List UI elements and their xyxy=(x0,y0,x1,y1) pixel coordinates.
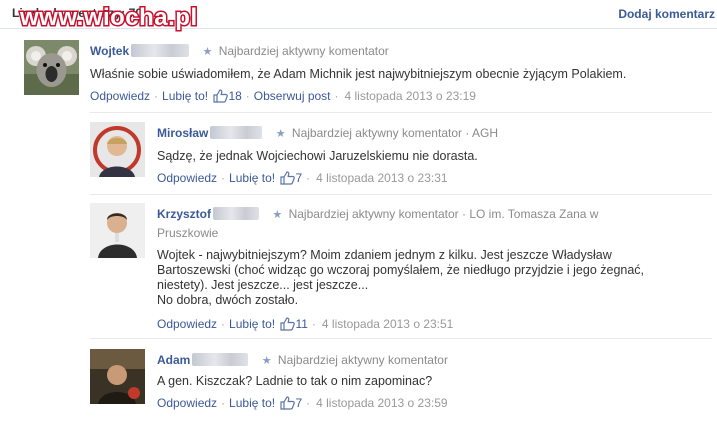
like-link[interactable]: Lubię to! xyxy=(229,171,275,185)
avatar[interactable] xyxy=(90,122,145,177)
comment-item: Krzysztof ★ Najbardziej aktywny komentat… xyxy=(90,203,714,333)
thumbs-up-icon xyxy=(280,171,296,185)
comment-author[interactable]: Wojtek xyxy=(90,44,129,58)
comment-author[interactable]: Mirosław xyxy=(157,126,208,140)
like-link[interactable]: Lubię to! xyxy=(162,89,208,103)
avatar[interactable] xyxy=(90,349,145,404)
person-avatar-image xyxy=(90,122,145,177)
watermark-text: www.wiocha.pl xyxy=(19,4,198,31)
thumbs-up-icon xyxy=(280,396,296,410)
star-icon: ★ xyxy=(261,355,272,367)
comment-timestamp[interactable]: 4 listopada 2013 o 23:31 xyxy=(316,171,447,185)
comment-timestamp[interactable]: 4 listopada 2013 o 23:59 xyxy=(316,396,447,410)
koala-avatar-image xyxy=(24,40,79,95)
thumbs-up-icon xyxy=(280,317,296,331)
add-comment-link[interactable]: Dodaj komentarz xyxy=(618,7,715,21)
avatar[interactable] xyxy=(24,40,79,95)
thumbs-up-icon xyxy=(213,89,229,103)
person-avatar-image xyxy=(90,349,145,404)
comment-timestamp[interactable]: 4 listopada 2013 o 23:51 xyxy=(322,317,453,331)
commenter-badge: Najbardziej aktywny komentator · AGH xyxy=(291,126,499,140)
commenter-badge: Najbardziej aktywny komentator xyxy=(218,44,389,58)
like-count[interactable]: 7 xyxy=(295,171,302,185)
like-count[interactable]: 7 xyxy=(295,396,302,410)
avatar[interactable] xyxy=(90,203,145,258)
star-icon: ★ xyxy=(275,128,286,140)
star-icon: ★ xyxy=(272,209,283,221)
person-avatar-image xyxy=(90,203,145,258)
like-count[interactable]: 18 xyxy=(228,89,241,103)
reply-link[interactable]: Odpowiedz xyxy=(157,317,217,331)
redacted-surname xyxy=(213,207,260,220)
star-icon: ★ xyxy=(202,46,213,58)
commenter-badge: Najbardziej aktywny komentator xyxy=(277,353,448,367)
wiocha-watermark-logo: www.wiocha.pl xyxy=(18,3,199,33)
reply-link[interactable]: Odpowiedz xyxy=(157,396,217,410)
like-count[interactable]: 11 xyxy=(295,317,307,331)
redacted-surname xyxy=(131,44,190,57)
redacted-surname xyxy=(192,353,249,366)
comment-author[interactable]: Adam xyxy=(157,353,190,367)
comment-text: Sądzę, że jednak Wojciechowi Jaruzelskie… xyxy=(157,149,478,163)
redacted-surname xyxy=(210,126,263,139)
like-link[interactable]: Lubię to! xyxy=(229,396,275,410)
comment-item: Mirosław ★ Najbardziej aktywny komentato… xyxy=(90,122,714,185)
follow-post-link[interactable]: Obserwuj post xyxy=(254,89,331,103)
divider xyxy=(90,112,712,113)
comment-item: Adam ★ Najbardziej aktywny komentator A … xyxy=(90,349,714,411)
comment-author[interactable]: Krzysztof xyxy=(157,207,211,221)
divider xyxy=(90,338,712,339)
comment-item: Wojtek ★ Najbardziej aktywny komentator … xyxy=(24,40,714,103)
reply-link[interactable]: Odpowiedz xyxy=(90,89,150,103)
divider xyxy=(90,194,712,195)
comment-timestamp[interactable]: 4 listopada 2013 o 23:19 xyxy=(345,89,476,103)
like-link[interactable]: Lubię to! xyxy=(229,317,275,331)
comment-text: Właśnie sobie uświadomiłem, że Adam Mich… xyxy=(90,67,627,81)
reply-link[interactable]: Odpowiedz xyxy=(157,171,217,185)
comment-text: A gen. Kiszczak? Ladnie to tak o nim zap… xyxy=(157,374,433,388)
comment-text: Wojtek - najwybitniejszym? Moim zdaniem … xyxy=(157,248,645,307)
